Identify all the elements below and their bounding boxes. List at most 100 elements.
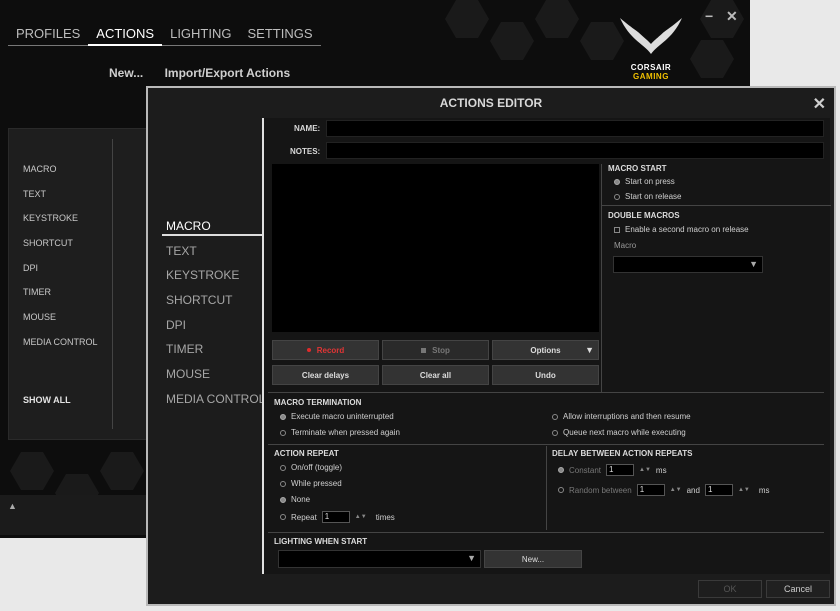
editor-content: NAME: NOTES: Record Stop Options ▼ Clear… <box>262 118 831 574</box>
divider <box>546 446 547 530</box>
stop-button[interactable]: Stop <box>382 340 489 360</box>
notes-input[interactable] <box>326 142 824 159</box>
macro-start-title: MACRO START <box>608 164 667 173</box>
radio-icon <box>552 413 558 420</box>
notes-label: NOTES: <box>290 147 321 156</box>
radio-icon <box>280 514 286 520</box>
spinner-icon[interactable]: ▲▼ <box>355 514 367 520</box>
sails-logo-icon <box>620 18 682 54</box>
dialog-close-button[interactable]: ✕ <box>813 94 826 114</box>
new-action-link[interactable]: New... <box>109 66 143 80</box>
lighting-title: LIGHTING WHEN START <box>274 537 368 546</box>
collapse-arrow-icon[interactable]: ▲ <box>8 501 17 511</box>
enable-second-macro-checkbox[interactable]: Enable a second macro on release <box>614 225 749 234</box>
side-item-macro[interactable]: MACRO <box>166 219 211 233</box>
side-item-keystroke[interactable]: KEYSTROKE <box>166 268 239 282</box>
spinner-icon[interactable]: ▲▼ <box>738 487 750 493</box>
ok-button[interactable]: OK <box>698 580 762 598</box>
stop-icon <box>421 347 427 353</box>
side-item-timer[interactable]: TIMER <box>166 342 203 356</box>
macro-options-column: MACRO START Start on press Start on rele… <box>601 164 831 392</box>
repeat-count-input[interactable]: 1 <box>321 511 350 523</box>
double-macros-title: DOUBLE MACROS <box>608 211 680 220</box>
radio-icon <box>280 464 286 471</box>
repeat-toggle-option[interactable]: On/off (toggle) <box>280 463 342 472</box>
second-macro-select[interactable]: ▼ <box>613 256 763 273</box>
delay-random-from-input[interactable]: 1 <box>636 484 665 496</box>
side-item-mouse[interactable]: MOUSE <box>166 367 210 381</box>
tab-lighting[interactable]: LIGHTING <box>162 24 240 46</box>
delay-constant-input[interactable]: 1 <box>606 464 635 476</box>
filter-mouse[interactable]: MOUSE <box>23 312 56 322</box>
side-item-text[interactable]: TEXT <box>166 244 197 258</box>
corsair-logo: CORSAIR GAMING <box>612 14 690 81</box>
divider <box>602 205 831 206</box>
execute-uninterrupted-option[interactable]: Execute macro uninterrupted <box>280 412 394 421</box>
filter-macro[interactable]: MACRO <box>23 164 57 174</box>
action-repeat-title: ACTION REPEAT <box>274 449 339 458</box>
start-on-press-option[interactable]: Start on press <box>614 177 675 186</box>
delay-random-to-input[interactable]: 1 <box>704 484 733 496</box>
delay-title: DELAY BETWEEN ACTION REPEATS <box>552 449 693 458</box>
divider <box>268 392 824 393</box>
close-window-button[interactable]: ✕ <box>726 8 738 25</box>
delay-random-option[interactable]: Random between 1 ▲▼ and 1 ▲▼ ms <box>558 484 770 496</box>
filter-shortcut[interactable]: SHORTCUT <box>23 238 73 248</box>
filter-timer[interactable]: TIMER <box>23 287 51 297</box>
side-active-indicator <box>162 234 262 236</box>
checkbox-icon <box>614 226 620 233</box>
lighting-select[interactable]: ▼ <box>278 550 481 568</box>
repeat-while-pressed-option[interactable]: While pressed <box>280 479 342 488</box>
tab-actions[interactable]: ACTIONS <box>88 24 163 46</box>
side-item-dpi[interactable]: DPI <box>166 318 186 332</box>
radio-icon <box>280 413 286 420</box>
stop-label: Stop <box>432 345 450 355</box>
minimize-button[interactable]: − <box>705 8 713 24</box>
spinner-icon[interactable]: ▲▼ <box>639 467 651 473</box>
delay-constant-option[interactable]: Constant 1 ▲▼ ms <box>558 464 667 476</box>
show-all-button[interactable]: SHOW ALL <box>23 395 71 405</box>
radio-icon <box>280 480 286 487</box>
clear-all-button[interactable]: Clear all <box>382 365 489 385</box>
name-input[interactable] <box>326 120 824 137</box>
spinner-icon[interactable]: ▲▼ <box>670 487 682 493</box>
tab-settings[interactable]: SETTINGS <box>239 24 321 46</box>
start-on-release-option[interactable]: Start on release <box>614 192 681 201</box>
actions-editor-dialog: ACTIONS EDITOR ✕ MACRO TEXT KEYSTROKE SH… <box>146 86 836 606</box>
bottom-bar: ▲ <box>0 495 150 535</box>
record-button[interactable]: Record <box>272 340 379 360</box>
side-item-shortcut[interactable]: SHORTCUT <box>166 293 232 307</box>
undo-button[interactable]: Undo <box>492 365 599 385</box>
allow-interruptions-option[interactable]: Allow interruptions and then resume <box>552 412 691 421</box>
chevron-down-icon: ▼ <box>749 259 758 269</box>
record-label: Record <box>316 345 345 355</box>
filter-keystroke[interactable]: KEYSTROKE <box>23 213 78 223</box>
panel-divider <box>112 139 113 429</box>
filter-dpi[interactable]: DPI <box>23 263 38 273</box>
radio-icon <box>552 429 558 436</box>
termination-title: MACRO TERMINATION <box>274 398 362 407</box>
import-export-link[interactable]: Import/Export Actions <box>165 66 291 80</box>
repeat-none-option[interactable]: None <box>280 495 310 504</box>
logo-text-corsair: CORSAIR <box>630 63 672 72</box>
new-lighting-button[interactable]: New... <box>484 550 582 568</box>
second-macro-label: Macro <box>614 241 637 250</box>
macro-recording-area[interactable] <box>272 164 599 332</box>
options-button[interactable]: Options ▼ <box>492 340 599 360</box>
side-item-media-control[interactable]: MEDIA CONTROL <box>166 392 265 406</box>
radio-icon <box>614 178 620 185</box>
name-label: NAME: <box>294 124 321 133</box>
filter-media-control[interactable]: MEDIA CONTROL <box>23 337 98 347</box>
repeat-count-option[interactable]: Repeat 1 ▲▼ times <box>280 511 395 523</box>
tab-profiles[interactable]: PROFILES <box>8 24 89 46</box>
queue-next-macro-option[interactable]: Queue next macro while executing <box>552 428 686 437</box>
action-type-panel: MACRO TEXT KEYSTROKE SHORTCUT DPI TIMER … <box>8 128 150 440</box>
clear-delays-button[interactable]: Clear delays <box>272 365 379 385</box>
radio-icon <box>280 496 286 503</box>
filter-text[interactable]: TEXT <box>23 189 46 199</box>
action-menu: New... Import/Export Actions <box>109 66 308 80</box>
terminate-when-pressed-option[interactable]: Terminate when pressed again <box>280 428 400 437</box>
radio-icon <box>614 193 620 200</box>
divider <box>268 444 824 445</box>
cancel-button[interactable]: Cancel <box>766 580 830 598</box>
